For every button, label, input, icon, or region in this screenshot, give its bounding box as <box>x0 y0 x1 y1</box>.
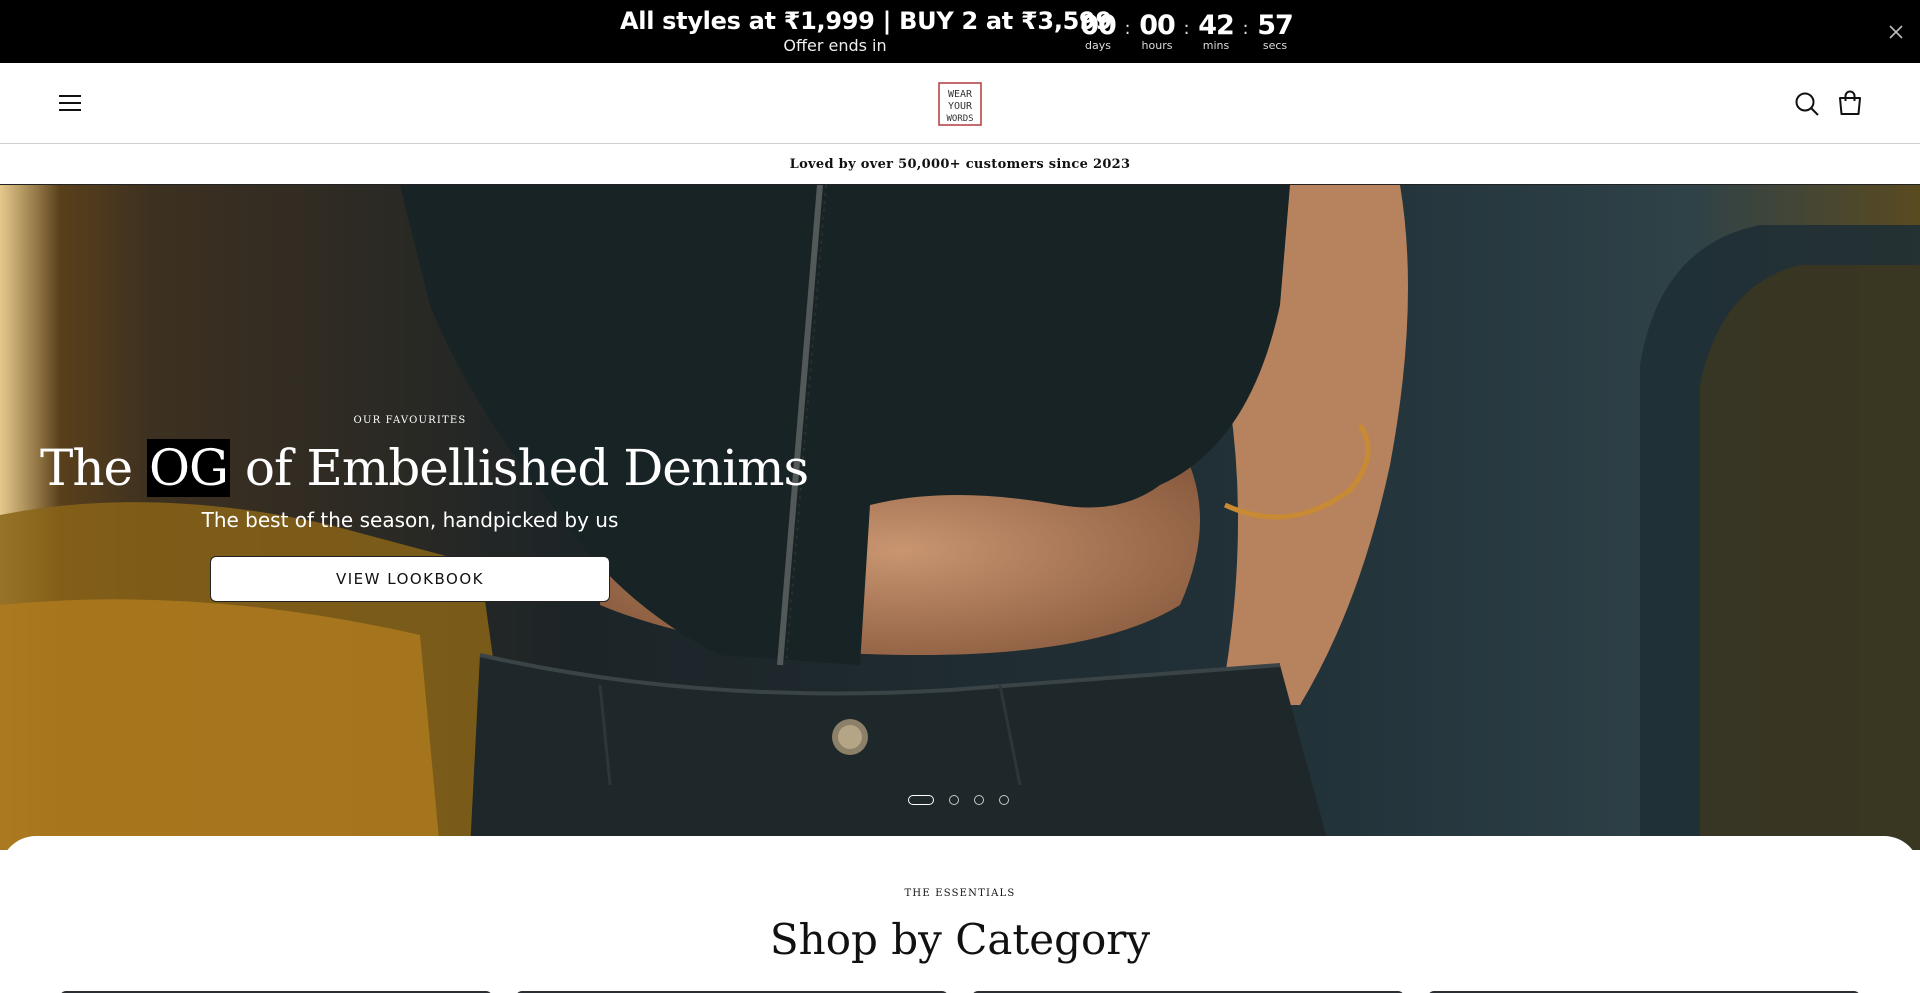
countdown-hours: 00 hours <box>1135 12 1179 52</box>
trust-bar: Loved by over 50,000+ customers since 20… <box>0 144 1920 185</box>
logo-line: WEAR <box>948 89 973 100</box>
countdown-separator: : <box>1242 18 1249 39</box>
slider-dot-2[interactable] <box>949 795 959 805</box>
promo-text: All styles at ₹1,999 | BUY 2 at ₹3,599 O… <box>620 6 1112 56</box>
close-icon[interactable] <box>1882 18 1910 46</box>
countdown-value: 42 <box>1198 10 1235 41</box>
countdown-label: days <box>1085 39 1111 52</box>
countdown-days: 00 days <box>1076 12 1120 52</box>
category-title: Shop by Category <box>769 915 1151 964</box>
slider-dots <box>908 795 1009 805</box>
countdown-timer: 00 days : 00 hours : 42 mins : 57 secs <box>1076 12 1297 52</box>
hero-title-before: The <box>40 439 148 497</box>
hero-banner: OUR FAVOURITES The OG of Embellished Den… <box>0 185 1920 850</box>
view-lookbook-button[interactable]: VIEW LOOKBOOK <box>210 556 610 602</box>
promo-headline: All styles at ₹1,999 | BUY 2 at ₹3,599 <box>620 7 1112 35</box>
search-icon[interactable] <box>1793 90 1821 118</box>
countdown-mins: 42 mins <box>1194 12 1238 52</box>
countdown-separator: : <box>1124 18 1131 39</box>
countdown-label: mins <box>1202 39 1230 52</box>
countdown-secs: 57 secs <box>1253 12 1297 52</box>
brand-logo[interactable]: WEAR YOUR WORDS <box>936 80 984 128</box>
countdown-label: hours <box>1141 39 1173 52</box>
logo-line: WORDS <box>946 114 973 124</box>
countdown-value: 00 <box>1139 10 1176 41</box>
hero-title-after: of Embellished Denims <box>229 439 809 497</box>
site-header: WEAR YOUR WORDS <box>0 63 1920 144</box>
shop-by-category-section: THE ESSENTIALS Shop by Category <box>0 836 1920 993</box>
hero-subtitle: The best of the season, handpicked by us <box>201 508 619 532</box>
slider-dot-1[interactable] <box>908 795 934 805</box>
hero-title: The OG of Embellished Denims <box>40 436 809 500</box>
countdown-value: 00 <box>1080 10 1117 41</box>
countdown-value: 57 <box>1257 10 1294 41</box>
hero-content: OUR FAVOURITES The OG of Embellished Den… <box>40 415 809 602</box>
hero-kicker: OUR FAVOURITES <box>353 415 467 426</box>
promo-subtext: Offer ends in <box>783 36 887 55</box>
slider-dot-3[interactable] <box>974 795 984 805</box>
announcement-bar: All styles at ₹1,999 | BUY 2 at ₹3,599 O… <box>0 0 1920 63</box>
trust-text: Loved by over 50,000+ customers since 20… <box>789 156 1131 172</box>
category-kicker: THE ESSENTIALS <box>904 888 1016 899</box>
shopping-bag-icon[interactable] <box>1836 89 1864 117</box>
countdown-label: secs <box>1262 39 1288 52</box>
slider-dot-4[interactable] <box>999 795 1009 805</box>
countdown-separator: : <box>1183 18 1190 39</box>
hamburger-menu-icon[interactable] <box>56 89 84 117</box>
hero-title-highlight: OG <box>147 439 230 497</box>
logo-line: YOUR <box>948 101 973 112</box>
